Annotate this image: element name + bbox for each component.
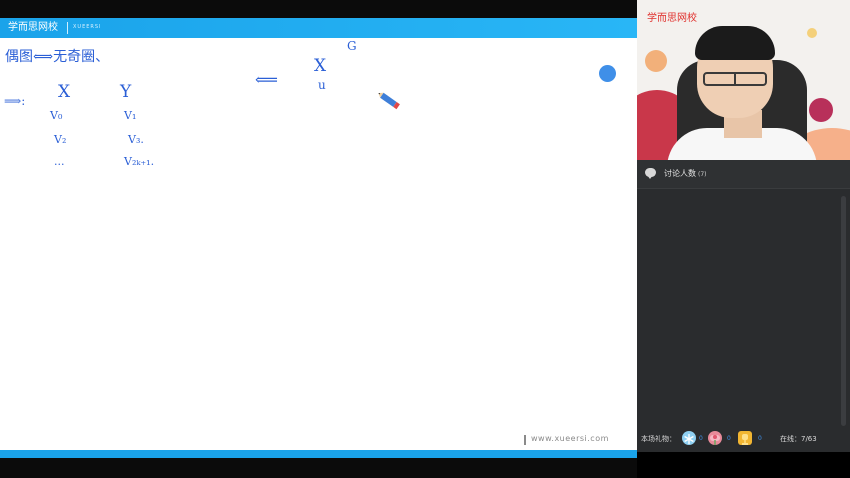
discussion-count: (7) <box>698 171 707 178</box>
watermark-bar <box>524 435 526 445</box>
video-brand-logo: 学而思网校 <box>647 13 697 24</box>
note-u: u <box>318 78 326 92</box>
teacher-video[interactable]: 学而思网校 <box>637 0 850 160</box>
note-dots: ... <box>54 155 65 168</box>
discussion-title: 讨论人数 (7) <box>664 169 707 178</box>
brand-logo-text: 学而思网校 <box>8 22 58 33</box>
decor-circle <box>645 50 667 72</box>
chat-message-area[interactable] <box>637 189 850 424</box>
online-value: 7/63 <box>801 435 817 443</box>
note-v2: V₂ <box>54 133 67 146</box>
teacher-hair <box>695 26 775 60</box>
panel-bottom-bar <box>637 452 850 478</box>
brand-divider <box>67 22 68 34</box>
decor-circle <box>807 28 817 38</box>
online-status: 在线：7/63 <box>780 434 817 444</box>
chat-bubble-icon <box>645 168 656 179</box>
board-footer-bar <box>0 450 637 458</box>
note-col-x: X <box>58 82 71 102</box>
note-v1: V₁ <box>124 109 137 122</box>
brand-subtitle: XUEERSI <box>73 24 102 30</box>
gift-count-trophy: 0 <box>758 435 762 442</box>
side-panel: 学而思网校 讨论人数 (7) 本场礼物： 0 0 0 在线：7/63 <box>637 0 850 478</box>
gift-count-flower: 0 <box>727 435 731 442</box>
trophy-icon[interactable] <box>738 431 752 445</box>
note-g: G <box>347 39 357 53</box>
note-arrow-left: ⟸ <box>255 70 278 89</box>
teacher-glasses <box>703 72 767 86</box>
note-v2k1: V₂ₖ₊₁. <box>124 155 155 168</box>
flower-icon[interactable] <box>708 431 722 445</box>
note-col-y: Y <box>120 82 132 102</box>
note-big-x: X <box>314 56 327 76</box>
board-header: 学而思网校 XUEERSI <box>0 18 637 38</box>
note-line-bipartite: 偶图⟺无奇圈、 <box>5 49 110 65</box>
chat-scrollbar[interactable] <box>841 196 846 426</box>
pencil-icon <box>378 92 400 110</box>
whiteboard-canvas[interactable]: 偶图⟺无奇圈、 ⟸ ⟹: X Y V₀ V₂ ... V₁ V₃. V₂ₖ₊₁.… <box>0 38 637 450</box>
online-label: 在线： <box>780 435 801 443</box>
whiteboard-panel: 学而思网校 XUEERSI 偶图⟺无奇圈、 ⟸ ⟹: X Y V₀ V₂ ...… <box>0 0 637 478</box>
decor-circle <box>809 98 833 122</box>
snowflake-icon[interactable] <box>682 431 696 445</box>
discussion-header: 讨论人数 (7) <box>637 160 850 189</box>
gift-label: 本场礼物： <box>641 435 676 443</box>
note-v3: V₃. <box>128 133 144 146</box>
gift-bar: 本场礼物： 0 0 0 在线：7/63 <box>637 426 850 452</box>
note-imply: ⟹: <box>4 94 26 108</box>
watermark-text: www.xueersi.com <box>531 434 609 443</box>
gift-count-snowflake: 0 <box>699 435 703 442</box>
note-v0: V₀ <box>50 109 63 122</box>
laser-pointer-dot <box>599 65 616 82</box>
